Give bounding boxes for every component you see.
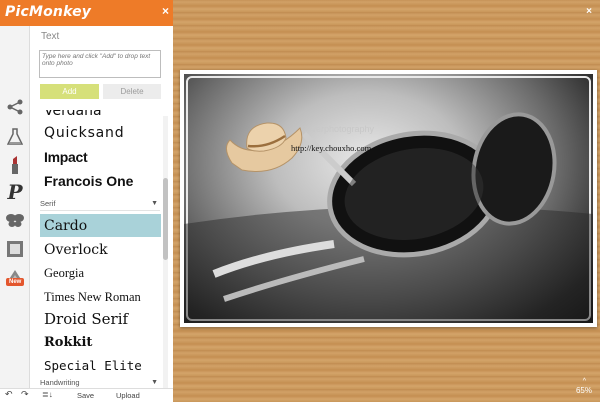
new-badge: New — [6, 278, 25, 286]
app-header: PicMonkey × — [0, 0, 173, 26]
close-icon[interactable]: × — [162, 4, 169, 18]
sunglasses-illustration — [184, 112, 593, 323]
font-item-quicksand[interactable]: Quicksand — [44, 125, 124, 141]
text-overlay[interactable]: http://key.chouxho.com — [291, 143, 371, 153]
scrollbar-thumb[interactable] — [163, 178, 168, 260]
category-label: Serif — [40, 199, 56, 208]
photo-watermark: ...verphotography — [304, 124, 375, 134]
share-icon[interactable] — [4, 96, 26, 118]
font-item-overlock[interactable]: Overlock — [44, 242, 108, 258]
font-item-times-new-roman[interactable]: Times New Roman — [44, 290, 141, 305]
zoom-level[interactable]: 65% — [576, 386, 592, 395]
frame-icon[interactable] — [4, 238, 26, 260]
text-panel: Text Add Delete Verdana Quicksand Impact… — [30, 26, 173, 388]
font-item-impact[interactable]: Impact — [44, 149, 88, 165]
panel-title: Text — [41, 31, 60, 42]
redo-icon[interactable]: ↷ — [21, 389, 29, 400]
text-input[interactable] — [39, 50, 161, 78]
delete-button[interactable]: Delete — [103, 84, 161, 99]
lipstick-icon[interactable] — [4, 154, 26, 176]
bottom-toolbar: ↶ ↷ ≣↓ Save Upload — [0, 388, 173, 402]
category-select-serif[interactable]: Serif ▼ — [40, 197, 160, 211]
font-item-francois-one[interactable]: Francois One — [44, 173, 133, 189]
add-button[interactable]: Add — [40, 84, 99, 99]
flask-icon[interactable] — [4, 126, 26, 148]
font-item-rokkit[interactable]: Rokkit — [44, 335, 92, 350]
font-item-cardo[interactable]: Cardo — [44, 218, 87, 234]
font-item-droid-serif[interactable]: Droid Serif — [44, 310, 128, 328]
chevron-down-icon: ▼ — [151, 379, 158, 386]
butterfly-icon[interactable] — [4, 209, 26, 231]
app-logo[interactable]: PicMonkey — [5, 4, 91, 20]
tool-strip: P New — [0, 26, 30, 388]
layers-icon[interactable]: ≣↓ — [42, 390, 53, 399]
category-label: Handwriting — [40, 378, 80, 387]
font-item-special-elite[interactable]: Special Elite — [44, 358, 142, 373]
chevron-down-icon: ▼ — [151, 200, 158, 207]
text-p-icon[interactable]: P — [4, 180, 26, 204]
font-item-georgia[interactable]: Georgia — [44, 266, 84, 281]
undo-icon[interactable]: ↶ — [5, 389, 13, 400]
save-button[interactable]: Save — [77, 391, 94, 400]
upload-button[interactable]: Upload — [116, 391, 140, 400]
font-item-verdana[interactable]: Verdana — [44, 110, 102, 119]
photo[interactable] — [184, 74, 593, 323]
close-icon[interactable]: × — [586, 6, 592, 17]
category-select-handwriting[interactable]: Handwriting ▼ — [40, 376, 160, 388]
zoom-caret-icon[interactable]: ^ — [583, 378, 586, 385]
font-list: Verdana Quicksand Impact Francois One Se… — [30, 110, 173, 388]
